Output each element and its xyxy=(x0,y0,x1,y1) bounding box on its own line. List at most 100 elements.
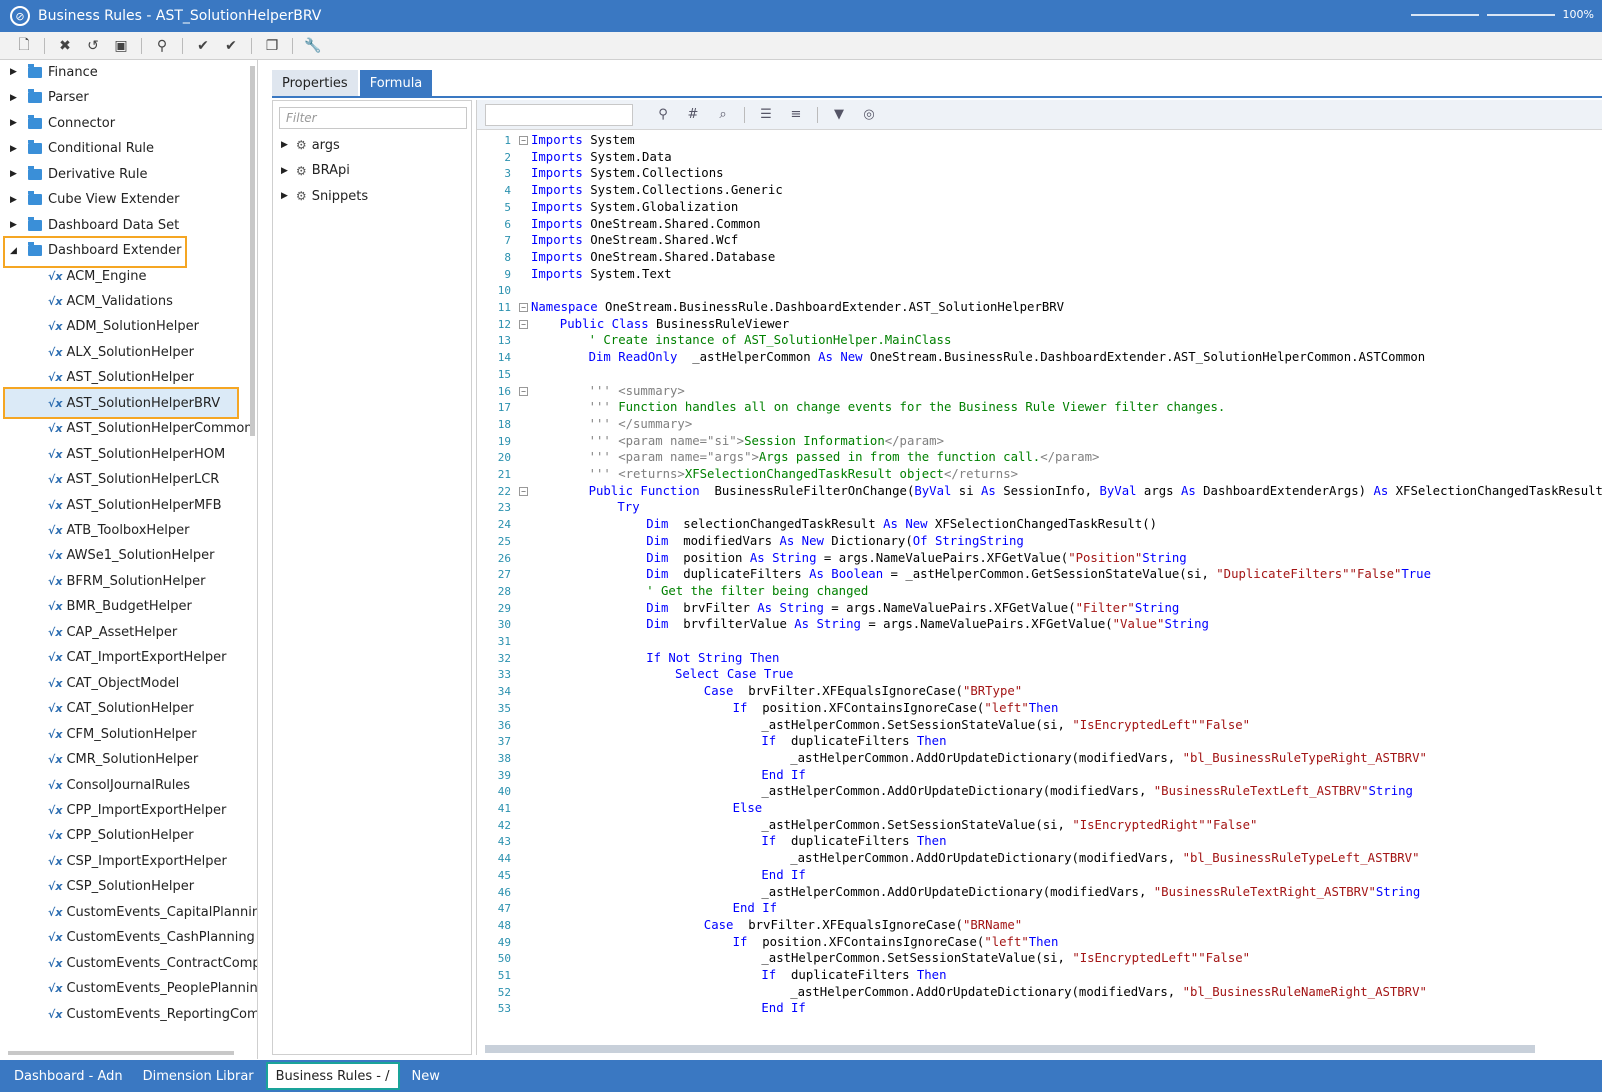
tree-rule-label: CustomEvents_PeoplePlanning xyxy=(66,981,258,997)
filter-input[interactable]: Filter xyxy=(279,107,467,129)
tree-rule-item[interactable]: √x CustomEvents_ContractCompli xyxy=(0,951,257,975)
collapsed-arrow-icon[interactable]: ▶ xyxy=(281,140,288,150)
filter-icon[interactable]: ▼ xyxy=(827,104,851,126)
tree-rule-label: CPP_ImportExportHelper xyxy=(66,802,227,818)
tree-rule-item[interactable]: √x AWSe1_SolutionHelper xyxy=(0,544,214,568)
snippet-tree-item[interactable]: ▶ ⚙ Snippets xyxy=(281,184,368,208)
snippet-tree-item[interactable]: ▶ ⚙ args xyxy=(281,133,340,157)
tree-rule-item[interactable]: √x CustomEvents_CashPlanning xyxy=(0,926,255,950)
tree-rule-item[interactable]: √x CustomEvents_PeoplePlanning xyxy=(0,977,258,1001)
line-number: 24 xyxy=(497,518,511,532)
tree-rule-item[interactable]: √x ConsolJournalRules xyxy=(0,773,190,797)
code-text: Imports System.Data xyxy=(531,149,672,164)
tree-rule-item[interactable]: √x CSP_ImportExportHelper xyxy=(0,849,227,873)
tab-formula[interactable]: Formula xyxy=(359,70,433,96)
check-icon[interactable]: ✔ xyxy=(191,35,215,57)
collapsed-arrow-icon[interactable]: ▶ xyxy=(281,191,288,201)
tree-rule-item[interactable]: √x AST_SolutionHelperBRV xyxy=(0,391,220,415)
tree-rule-item[interactable]: √x CAT_ImportExportHelper xyxy=(0,646,227,670)
check-all-icon[interactable]: ✔ xyxy=(219,35,243,57)
tree-rule-item[interactable]: √x AST_SolutionHelperHOM xyxy=(0,442,225,466)
business-rules-tree: ▶ Finance ▶ Parser ▶ Connector ▶ Conditional Ru… xyxy=(0,60,258,1059)
tree-rule-item[interactable]: √x CPP_SolutionHelper xyxy=(0,824,194,848)
tree-folder[interactable]: ▶ Cube View Extender xyxy=(0,188,180,212)
tree-rule-item[interactable]: √x CFM_SolutionHelper xyxy=(0,722,197,746)
fold-toggle-icon[interactable]: − xyxy=(519,486,528,496)
code-text: ''' <param name="si">Session Information… xyxy=(588,433,944,448)
new-rule-icon[interactable]: 🗋 xyxy=(12,35,36,57)
snippet-tree-item[interactable]: ▶ ⚙ BRApi xyxy=(281,159,350,183)
tree-rule-item[interactable]: √x AST_SolutionHelperLCR xyxy=(0,468,219,492)
tree-folder[interactable]: ▶ Parser xyxy=(0,86,89,110)
wrench-icon[interactable]: 🔧 xyxy=(301,35,325,57)
bottom-tab[interactable]: Dimension Librar xyxy=(135,1062,262,1090)
tab-properties[interactable]: Properties xyxy=(272,70,358,96)
code-line: 2 Imports System.Data xyxy=(477,149,1602,166)
business-rule-icon: √x xyxy=(48,829,63,843)
go-to-line-icon[interactable]: # xyxy=(681,104,705,126)
editor-search-input[interactable] xyxy=(485,103,633,126)
tree-rule-item[interactable]: √x CAT_ObjectModel xyxy=(0,671,179,695)
delete-icon[interactable]: ✖ xyxy=(53,35,77,57)
tree-rule-item[interactable]: √x BFRM_SolutionHelper xyxy=(0,569,206,593)
tree-folder[interactable]: ▶ Connector xyxy=(0,111,115,135)
fold-toggle-icon[interactable]: − xyxy=(519,319,528,329)
tree-folder[interactable]: ▶ Derivative Rule xyxy=(0,162,147,186)
tree-rule-item[interactable]: √x ATB_ToolboxHelper xyxy=(0,519,189,543)
tree-rule-item[interactable]: √x CAP_AssetHelper xyxy=(0,620,177,644)
collapsed-arrow-icon[interactable]: ▶ xyxy=(10,118,20,128)
tree-folder[interactable]: ▶ Conditional Rule xyxy=(0,137,154,161)
collapsed-arrow-icon[interactable]: ▶ xyxy=(10,144,20,154)
fold-toggle-icon[interactable]: − xyxy=(519,386,528,396)
tree-folder-label: Conditional Rule xyxy=(48,141,155,156)
find-icon[interactable]: ⚲ xyxy=(651,104,675,126)
tree-rule-item[interactable]: √x CustomEvents_ReportingComp xyxy=(0,1002,257,1026)
tree-rule-item[interactable]: √x ADM_SolutionHelper xyxy=(0,315,199,339)
tree-rule-item[interactable]: √x CAT_SolutionHelper xyxy=(0,697,194,721)
tree-rule-item[interactable]: √x AST_SolutionHelper xyxy=(0,366,194,390)
editor-horizontal-scrollbar[interactable] xyxy=(485,1045,1535,1053)
bottom-tab[interactable]: New xyxy=(404,1062,448,1090)
fold-toggle-icon[interactable]: − xyxy=(519,136,528,145)
tree-rule-item[interactable]: √x AST_SolutionHelperCommon xyxy=(0,417,253,441)
indent-icon[interactable]: ☰ xyxy=(754,104,778,126)
zoom-control[interactable]: 100% xyxy=(1410,8,1594,21)
copy-icon[interactable]: ❐ xyxy=(260,35,284,57)
outdent-icon[interactable]: ≡ xyxy=(784,104,808,126)
tree-rule-item[interactable]: √x ACM_Validations xyxy=(0,289,173,313)
zoom-slider[interactable] xyxy=(1486,13,1555,16)
tree-rule-item[interactable]: √x CSP_SolutionHelper xyxy=(0,875,194,899)
tree-rule-item[interactable]: √x CPP_ImportExportHelper xyxy=(0,798,226,822)
code-text: End If xyxy=(761,1001,814,1016)
collapsed-arrow-icon[interactable]: ▶ xyxy=(10,93,20,103)
tree-rule-item[interactable]: √x ALX_SolutionHelper xyxy=(0,340,194,364)
find-replace-icon[interactable]: ⌕ xyxy=(711,104,735,126)
line-number: 41 xyxy=(497,802,511,815)
code-text: _astHelperCommon.AddOrUpdateDictionary(m… xyxy=(761,884,1421,899)
tree-rule-item[interactable]: √x BMR_BudgetHelper xyxy=(0,595,192,619)
search-icon[interactable]: ⚲ xyxy=(150,35,174,57)
save-icon[interactable]: ▣ xyxy=(109,35,133,57)
toolbar-separator xyxy=(44,37,45,54)
code-text: _astHelperCommon.SetSessionStateValue(si… xyxy=(761,817,1258,832)
fold-toggle-icon[interactable]: − xyxy=(519,303,528,312)
code-area[interactable]: 1− Imports System 2 Imports System.Data 3 Imp… xyxy=(477,132,1602,1044)
tree-rule-item[interactable]: √x CMR_SolutionHelper xyxy=(0,748,198,772)
revert-icon[interactable]: ↺ xyxy=(81,35,105,57)
view-icon[interactable]: ◎ xyxy=(857,104,881,126)
tree-rule-item[interactable]: √x AST_SolutionHelperMFB xyxy=(0,493,222,517)
business-rule-icon: √x xyxy=(48,473,63,487)
collapsed-arrow-icon[interactable]: ▶ xyxy=(10,169,20,179)
tree-vertical-scrollbar[interactable] xyxy=(250,66,255,436)
tree-rule-item[interactable]: √x CustomEvents_CapitalPlanning xyxy=(0,900,257,924)
collapsed-arrow-icon[interactable]: ▶ xyxy=(10,195,20,205)
collapsed-arrow-icon[interactable]: ▶ xyxy=(281,166,288,176)
collapsed-arrow-icon[interactable]: ▶ xyxy=(10,220,20,230)
tree-horizontal-scrollbar[interactable] xyxy=(8,1051,234,1055)
bottom-tab[interactable]: Dashboard - Adn xyxy=(6,1062,131,1090)
tree-rule-label: CustomEvents_CashPlanning xyxy=(66,930,255,946)
tree-folder[interactable]: ▶ Dashboard Data Set xyxy=(0,213,179,237)
collapsed-arrow-icon[interactable]: ▶ xyxy=(10,67,20,77)
tree-folder[interactable]: ▶ Finance xyxy=(0,60,98,84)
bottom-tab[interactable]: Business Rules - / xyxy=(265,1062,400,1090)
